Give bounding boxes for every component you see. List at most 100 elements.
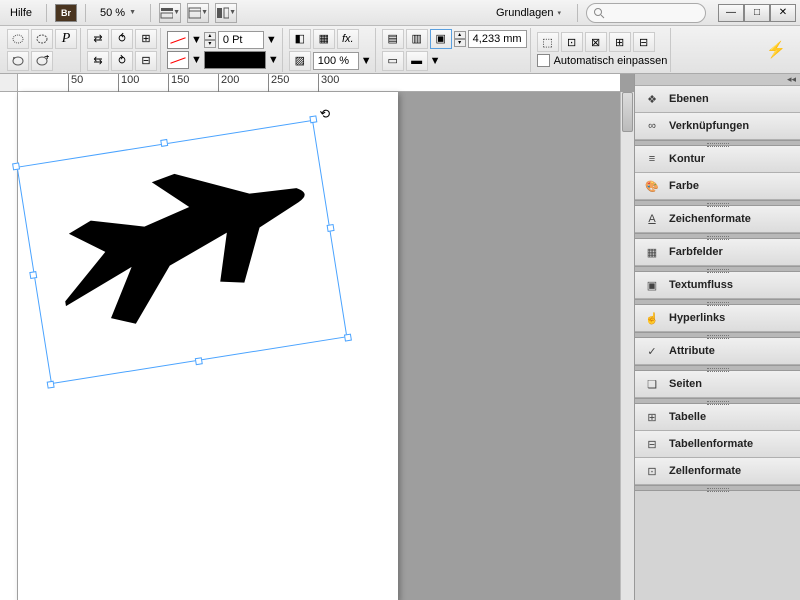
dimension-spinner[interactable]: ▴▾ [454,31,466,47]
menu-help[interactable]: Hilfe [4,5,38,21]
view-mode-1-button[interactable]: ▼ [159,3,181,23]
fill-swatch[interactable] [204,51,266,69]
color-icon: 🎨 [643,178,661,194]
opacity-icon[interactable]: ▨ [289,51,311,71]
zoom-value: 50 % [100,7,125,19]
auto-fit-label: Automatisch einpassen [554,55,668,67]
collapse-panels-button[interactable]: ◂◂ [635,74,800,86]
tool-ellipse-dashed[interactable] [31,29,53,49]
divider [150,4,151,22]
layers-icon: ❖ [643,91,661,107]
align-5[interactable]: ⊞ [135,29,157,49]
resize-handle[interactable] [309,115,317,123]
menubar: Hilfe Br 50 % ▼ ▼ ▼ ▼ Grundlagen ▾ — □ ✕ [0,0,800,26]
resize-handle[interactable] [12,162,20,170]
pages-icon: ❏ [643,376,661,392]
panel-ebenen[interactable]: ❖Ebenen [635,86,800,113]
panel-zeichenformate[interactable]: AZeichenformate [635,206,800,233]
panel-farbe[interactable]: 🎨Farbe [635,173,800,200]
view-mode-2-button[interactable]: ▼ [187,3,209,23]
fit-2[interactable]: ▥ [406,29,428,49]
panel-seiten[interactable]: ❏Seiten [635,371,800,398]
vertical-scrollbar[interactable] [620,92,634,600]
fit-5[interactable]: ▬ [406,51,428,71]
frame-1[interactable]: ⬚ [537,32,559,52]
quick-apply-icon[interactable]: ⚡ [756,40,796,60]
tablestyle-icon: ⊟ [643,436,661,452]
workspace-label: Grundlagen [496,7,554,19]
fit-3[interactable]: ▣ [430,29,452,49]
align-4[interactable]: ⥁ [111,51,133,71]
resize-handle[interactable] [327,224,335,232]
workspace-dropdown[interactable]: Grundlagen ▾ [488,5,569,21]
frame-2[interactable]: ⊡ [561,32,583,52]
rotate-cursor-icon: ⟲ [318,105,331,123]
fx-button[interactable]: fx. [337,29,359,49]
panel-tabellenformate[interactable]: ⊟Tabellenformate [635,431,800,458]
tool-ellipse-select[interactable] [7,51,29,71]
chevron-down-icon: ▼ [201,9,208,16]
fill-none-swatch[interactable] [167,51,189,69]
canvas-area[interactable]: 50 100 150 200 250 300 [0,74,634,600]
panel-zellenformate[interactable]: ⊡Zellenformate [635,458,800,485]
divider [577,4,578,22]
panel-kontur[interactable]: ≡Kontur [635,146,800,173]
stroke-weight-spinner[interactable]: ▴▾ [204,32,216,48]
auto-fit-checkbox[interactable] [537,54,550,67]
stroke-swatch[interactable] [167,31,189,49]
horizontal-ruler[interactable]: 50 100 150 200 250 300 [18,74,620,92]
close-button[interactable]: ✕ [770,4,796,22]
stroke-weight-field[interactable]: 0 Pt [218,31,264,49]
fit-4[interactable]: ▭ [382,51,404,71]
zoom-dropdown[interactable]: 50 % ▼ [94,5,142,21]
maximize-button[interactable]: □ [744,4,770,22]
chevron-down-icon: ▼ [129,9,136,16]
align-1[interactable]: ⇄ [87,29,109,49]
align-6[interactable]: ⊟ [135,51,157,71]
bridge-button[interactable]: Br [55,4,77,22]
panel-tabelle[interactable]: ⊞Tabelle [635,404,800,431]
fit-1[interactable]: ▤ [382,29,404,49]
ruler-origin[interactable] [0,74,18,92]
document-page[interactable]: ⟲ [18,92,398,600]
attribute-icon: ✓ [643,343,661,359]
panel-verknuepfungen[interactable]: ∞Verknüpfungen [635,113,800,140]
scrollbar-thumb[interactable] [622,92,633,132]
divider [85,4,86,22]
opacity-field[interactable]: 100 % [313,52,359,70]
textwrap-icon: ▣ [643,277,661,293]
resize-handle[interactable] [29,271,37,279]
panel-hyperlinks[interactable]: ☝Hyperlinks [635,305,800,332]
tool-ellipse-dotted[interactable] [7,29,29,49]
cellstyle-icon: ⊡ [643,463,661,479]
fx-corner-button[interactable]: ◧ [289,29,311,49]
stroke-icon: ≡ [643,151,661,167]
frame-5[interactable]: ⊟ [633,32,655,52]
table-icon: ⊞ [643,409,661,425]
dimension-field[interactable]: 4,233 mm [468,30,527,48]
resize-handle[interactable] [47,381,55,389]
selected-frame[interactable]: ⟲ [17,120,348,384]
align-2[interactable]: ⇆ [87,51,109,71]
align-3[interactable]: ⥀ [111,29,133,49]
minimize-button[interactable]: — [718,4,744,22]
search-input[interactable] [586,3,706,23]
view-mode-3-button[interactable]: ▼ [215,3,237,23]
tool-ellipse-plus[interactable]: + [31,51,53,71]
frame-4[interactable]: ⊞ [609,32,631,52]
search-icon [593,7,605,19]
window-controls: — □ ✕ [718,4,796,22]
swatches-icon: ▦ [643,244,661,260]
resize-handle[interactable] [344,334,352,342]
tool-paragraph[interactable]: P [55,29,77,49]
fx-drop-button[interactable]: ▦ [313,29,335,49]
chevron-down-icon: ▼ [173,9,180,16]
panel-attribute[interactable]: ✓Attribute [635,338,800,365]
frame-3[interactable]: ⊠ [585,32,607,52]
resize-handle[interactable] [160,139,168,147]
panel-textumfluss[interactable]: ▣Textumfluss [635,272,800,299]
links-icon: ∞ [643,118,661,134]
resize-handle[interactable] [195,357,203,365]
panels-dock: ◂◂ ❖Ebenen ∞Verknüpfungen ≡Kontur 🎨Farbe… [634,74,800,600]
panel-farbfelder[interactable]: ▦Farbfelder [635,239,800,266]
